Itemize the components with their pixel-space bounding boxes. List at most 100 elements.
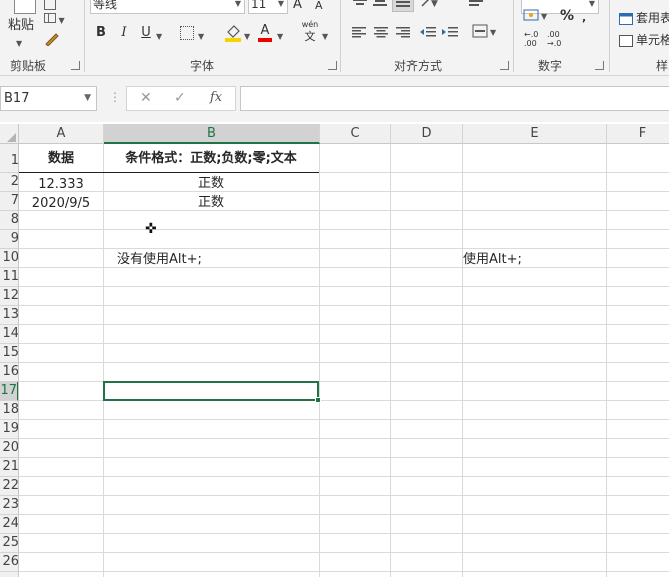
- cell-b7[interactable]: 正数: [103, 193, 319, 212]
- increase-indent-icon[interactable]: [442, 26, 458, 42]
- cell-b1[interactable]: 条件格式：正数;负数;零;文本: [103, 149, 319, 168]
- format-painter-icon[interactable]: [44, 32, 60, 50]
- enter-icon[interactable]: ✓: [174, 90, 186, 106]
- row-header-24[interactable]: 24: [0, 515, 18, 534]
- name-box[interactable]: B17 ▼: [0, 86, 97, 111]
- column-header-d[interactable]: D: [391, 124, 463, 144]
- insert-function-icon[interactable]: fx: [210, 90, 222, 105]
- row-header-10[interactable]: 10: [0, 249, 18, 268]
- row-header-11[interactable]: 11: [0, 268, 18, 287]
- row-gridline: [19, 324, 669, 325]
- underline-button[interactable]: U: [140, 24, 152, 42]
- shrink-font-button[interactable]: A: [315, 0, 323, 14]
- format-as-table-button[interactable]: 套用表: [619, 10, 669, 26]
- formula-input[interactable]: [240, 86, 669, 111]
- align-left-icon[interactable]: [352, 26, 366, 42]
- cell-styles-button[interactable]: 单元格: [619, 32, 669, 48]
- paste-dropdown-icon[interactable]: ▼: [16, 36, 22, 52]
- wrap-text-icon[interactable]: [468, 0, 484, 12]
- row-header-22[interactable]: 22: [0, 477, 18, 496]
- row-header-9[interactable]: 9: [0, 230, 18, 249]
- orientation-icon[interactable]: ▼: [420, 0, 442, 12]
- row-header-12[interactable]: 12: [0, 287, 18, 306]
- font-launcher-icon[interactable]: [328, 61, 337, 70]
- row-header-18[interactable]: 18: [0, 401, 18, 420]
- comma-style-button[interactable]: ,: [582, 10, 586, 26]
- cell-grid[interactable]: 数据 条件格式：正数;负数;零;文本 12.333 正数 2020/9/5 正数…: [19, 144, 669, 577]
- merge-center-icon[interactable]: ▼: [472, 24, 500, 42]
- font-group-label: 字体: [190, 59, 215, 73]
- row-header-2[interactable]: 2: [0, 173, 18, 192]
- border-dropdown-icon[interactable]: ▼: [198, 28, 204, 46]
- formula-bar-grip-icon[interactable]: ⋮: [109, 91, 121, 103]
- cell-b10[interactable]: 没有使用Alt+;: [117, 250, 202, 269]
- font-name-select[interactable]: 等线 ▼: [90, 0, 245, 14]
- row-header-21[interactable]: 21: [0, 458, 18, 477]
- cut-icon[interactable]: [44, 0, 56, 10]
- row-gridline: [19, 533, 669, 534]
- percent-style-button[interactable]: %: [560, 8, 574, 24]
- decrease-indent-icon[interactable]: [420, 26, 436, 42]
- font-color-dropdown-icon[interactable]: ▼: [277, 28, 283, 46]
- active-cell-selection[interactable]: [103, 381, 321, 403]
- svg-text:▼: ▼: [490, 28, 497, 37]
- column-header-e[interactable]: E: [463, 124, 607, 144]
- fill-handle[interactable]: [315, 397, 321, 403]
- border-icon[interactable]: [180, 26, 194, 40]
- ribbon-separator: [84, 0, 85, 72]
- align-bottom-icon[interactable]: [392, 0, 414, 12]
- row-header-23[interactable]: 23: [0, 496, 18, 515]
- select-all-button[interactable]: [0, 124, 19, 144]
- column-header-f[interactable]: F: [607, 124, 669, 144]
- ribbon-separator: [340, 0, 341, 72]
- row-gridline: [19, 362, 669, 363]
- clipboard-launcher-icon[interactable]: [71, 61, 80, 70]
- bold-button[interactable]: B: [95, 24, 107, 42]
- number-launcher-icon[interactable]: [595, 61, 604, 70]
- row-header-19[interactable]: 19: [0, 420, 18, 439]
- column-header-b[interactable]: B: [104, 124, 320, 144]
- underline-dropdown-icon[interactable]: ▼: [156, 28, 162, 46]
- row-header-15[interactable]: 15: [0, 344, 18, 363]
- grow-font-button[interactable]: A: [293, 0, 302, 13]
- row-gridline: [19, 571, 669, 572]
- align-center-icon[interactable]: [374, 26, 388, 42]
- row-header-1[interactable]: 1: [0, 144, 18, 173]
- phonetic-dropdown-icon[interactable]: ▼: [322, 28, 328, 46]
- cell-a1[interactable]: 数据: [19, 149, 103, 168]
- align-middle-icon[interactable]: [372, 0, 388, 12]
- decrease-decimal-button[interactable]: .00 →.0: [547, 30, 565, 48]
- cell-b2[interactable]: 正数: [103, 174, 319, 193]
- align-top-icon[interactable]: [352, 0, 368, 12]
- column-header-a[interactable]: A: [19, 124, 104, 144]
- row-header-26[interactable]: 26: [0, 553, 18, 572]
- copy-icon[interactable]: ▼: [44, 11, 65, 29]
- row-gridline: [19, 248, 669, 249]
- increase-decimal-button[interactable]: ←.0.00: [524, 30, 542, 48]
- row-header-16[interactable]: 16: [0, 363, 18, 382]
- font-color-button[interactable]: A: [258, 24, 272, 42]
- row-header-13[interactable]: 13: [0, 306, 18, 325]
- fill-color-icon[interactable]: [224, 22, 242, 48]
- row-gridline: [19, 438, 669, 439]
- row-header-8[interactable]: 8: [0, 211, 18, 230]
- cell-a7[interactable]: 2020/9/5: [19, 194, 103, 213]
- row-header-20[interactable]: 20: [0, 439, 18, 458]
- alignment-launcher-icon[interactable]: [500, 61, 509, 70]
- cell-a2[interactable]: 12.333: [19, 175, 103, 194]
- accounting-format-icon[interactable]: ▼: [523, 8, 551, 26]
- fill-dropdown-icon[interactable]: ▼: [244, 28, 250, 46]
- paste-button[interactable]: 粘贴: [8, 18, 34, 34]
- column-header-c[interactable]: C: [320, 124, 391, 144]
- row-header-14[interactable]: 14: [0, 325, 18, 344]
- cancel-icon[interactable]: ✕: [140, 90, 152, 106]
- italic-button[interactable]: I: [118, 24, 130, 42]
- row-header-17[interactable]: 17: [0, 382, 18, 401]
- phonetic-guide-icon[interactable]: wén 文: [298, 20, 322, 44]
- row-header-25[interactable]: 25: [0, 534, 18, 553]
- row-header-7[interactable]: 7: [0, 192, 18, 211]
- align-right-icon[interactable]: [396, 26, 410, 42]
- row-gridline: [19, 457, 669, 458]
- font-size-select[interactable]: 11 ▼: [248, 0, 288, 14]
- cell-e10[interactable]: 使用Alt+;: [463, 250, 522, 269]
